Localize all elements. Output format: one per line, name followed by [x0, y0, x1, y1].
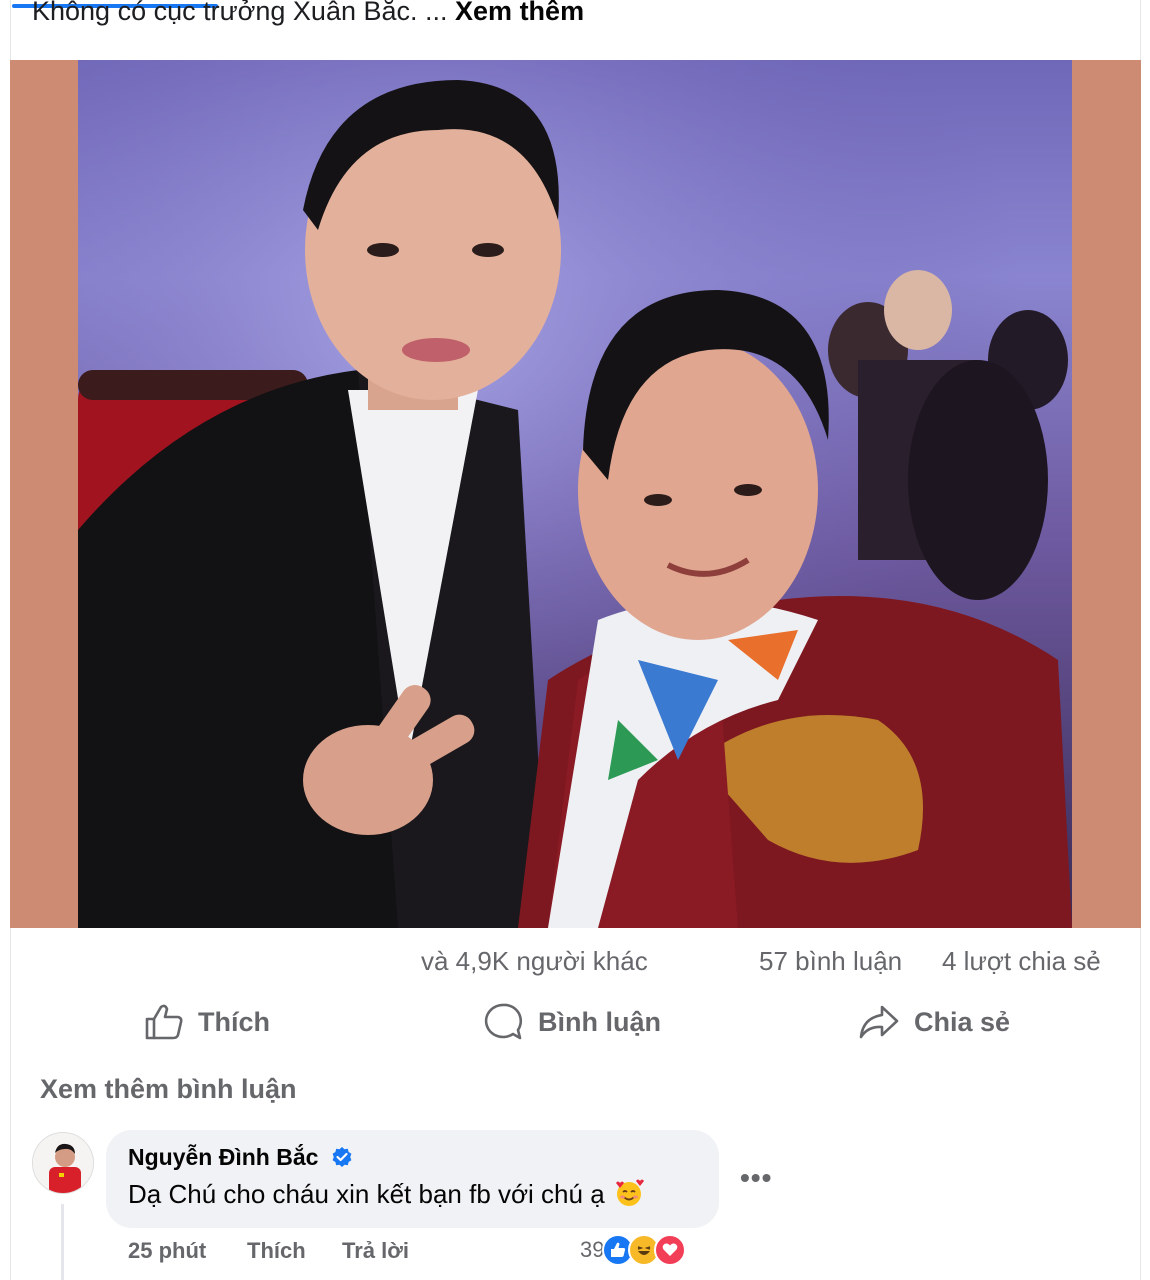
post-photo[interactable]: [78, 60, 1072, 928]
see-more-comments-link[interactable]: Xem thêm bình luận: [40, 1074, 297, 1105]
comment-button[interactable]: Bình luận: [484, 1000, 661, 1044]
comment-author[interactable]: Nguyễn Đình Bắc: [128, 1144, 353, 1171]
comment-body: Dạ Chú cho cháu xin kết bạn fb với chú ạ: [128, 1179, 605, 1209]
comment-timestamp[interactable]: 25 phút: [128, 1238, 206, 1264]
see-more-link[interactable]: Xem thêm: [455, 0, 584, 26]
share-label: Chia sẻ: [914, 1006, 1011, 1037]
share-count[interactable]: 4 lượt chia sẻ: [942, 946, 1101, 977]
smiling-face-with-hearts-icon: [615, 1179, 644, 1206]
reactors-summary[interactable]: và 4,9K người khác: [421, 946, 648, 977]
commenter-avatar[interactable]: [32, 1132, 94, 1194]
caption-text: Không có cục trưởng Xuân Bắc. ...: [32, 0, 448, 26]
verified-badge-icon: [332, 1147, 352, 1167]
love-reaction-icon: [654, 1234, 687, 1266]
comment-reply-button[interactable]: Trả lời: [342, 1238, 409, 1264]
photo-illustration: [78, 60, 1072, 928]
comment-thread-line: [61, 1204, 64, 1280]
more-horizontal-icon[interactable]: •••: [740, 1162, 772, 1194]
thumbs-up-icon: [145, 1004, 183, 1040]
avatar-image: [33, 1133, 93, 1193]
like-button[interactable]: Thích: [144, 1000, 270, 1044]
reaction-count: 39: [580, 1237, 605, 1262]
like-label: Thích: [198, 1006, 270, 1037]
share-arrow-icon: [859, 1005, 899, 1039]
comment-like-button[interactable]: Thích: [247, 1238, 306, 1264]
post-caption: Không có cục trưởng Xuân Bắc. ... Xem th…: [32, 0, 584, 27]
comment-author-name: Nguyễn Đình Bắc: [128, 1144, 319, 1170]
comment-bubble-icon: [484, 1003, 523, 1040]
share-button[interactable]: Chia sẻ: [858, 1000, 1010, 1044]
comment-reactions[interactable]: 39: [580, 1234, 687, 1266]
comment-label: Bình luận: [538, 1006, 661, 1037]
comment-count[interactable]: 57 bình luận: [759, 946, 902, 977]
comment-text: Dạ Chú cho cháu xin kết bạn fb với chú ạ: [128, 1178, 644, 1210]
